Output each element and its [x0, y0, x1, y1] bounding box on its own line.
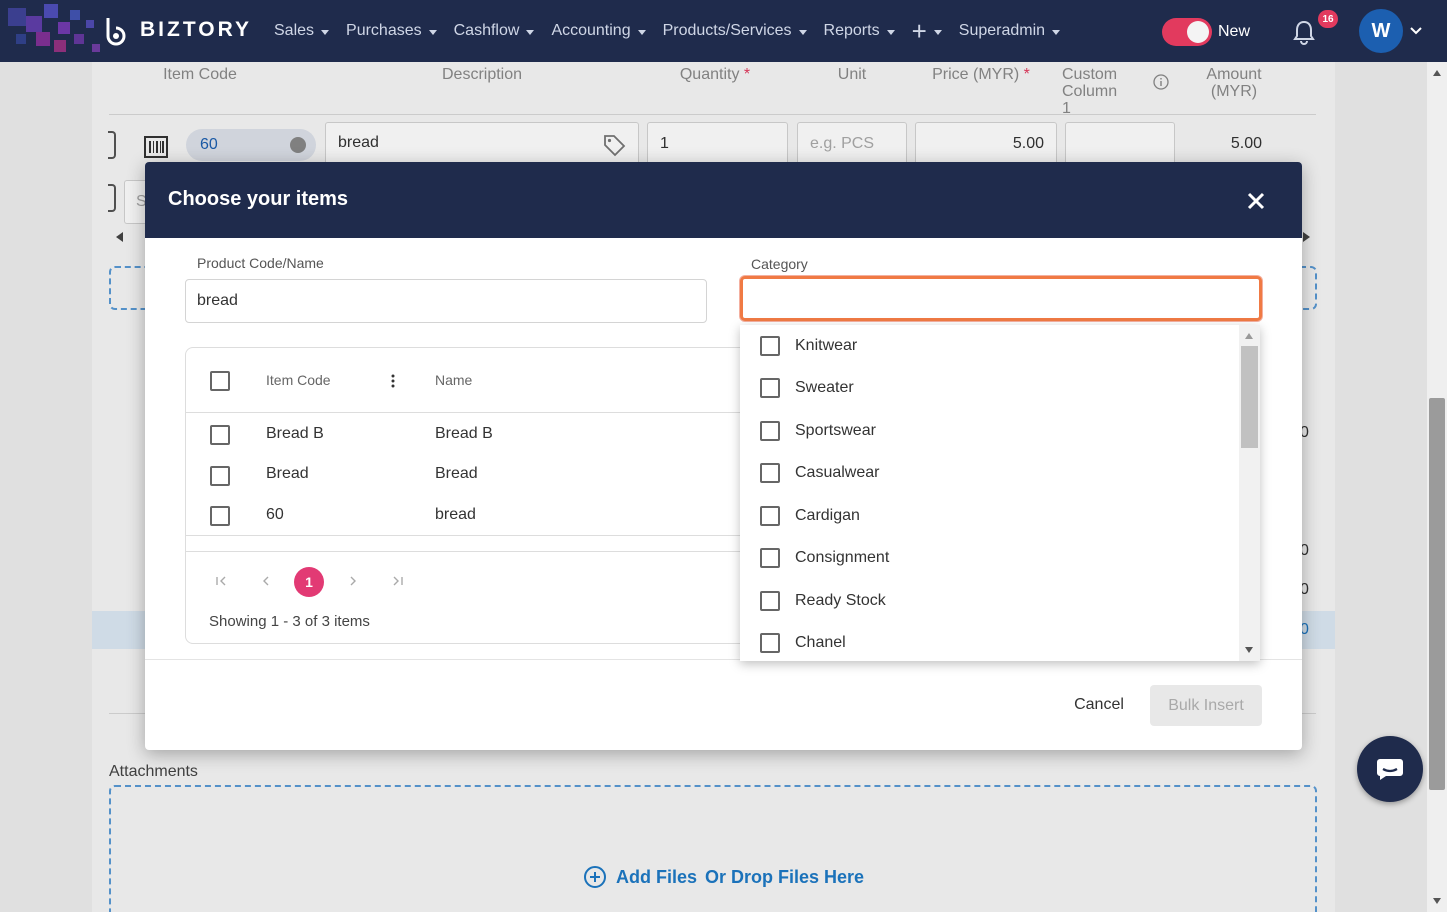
- table-row-item-code: Bread B: [266, 425, 324, 442]
- notification-badge: 16: [1318, 10, 1338, 28]
- new-ui-toggle[interactable]: New: [1162, 18, 1250, 46]
- category-option-casualwear[interactable]: Casualwear: [740, 452, 1238, 494]
- page-scrollbar-thumb[interactable]: [1429, 398, 1445, 790]
- chevron-down-icon: [933, 29, 942, 35]
- nav-cashflow[interactable]: Cashflow: [454, 22, 535, 40]
- grid-pager-divider: [186, 551, 766, 552]
- items-grid: Item Code Name Bread B Bread B Bread Bre…: [185, 347, 766, 644]
- category-option-cardigan[interactable]: Cardigan: [740, 495, 1238, 537]
- dialog-header: Choose your items: [145, 162, 1302, 238]
- chevron-down-icon: [428, 29, 437, 35]
- nav-sales[interactable]: Sales: [274, 22, 330, 40]
- biztory-logo-icon[interactable]: [102, 16, 132, 46]
- top-navigation-bar: BIZTORY Sales Purchases Cashflow Account…: [0, 0, 1447, 62]
- category-option-sweater[interactable]: Sweater: [740, 367, 1238, 409]
- nav-quick-add[interactable]: +: [912, 18, 942, 44]
- option-checkbox[interactable]: [760, 506, 780, 526]
- category-label: Category: [751, 256, 808, 272]
- scroll-down-icon[interactable]: [1433, 898, 1441, 904]
- option-checkbox[interactable]: [760, 591, 780, 611]
- grid-header: Item Code Name: [186, 348, 766, 413]
- nav-purchases[interactable]: Purchases: [346, 22, 437, 40]
- grid-header-item-code[interactable]: Item Code: [266, 372, 331, 388]
- grid-body-divider: [186, 535, 766, 536]
- nav-accounting[interactable]: Accounting: [551, 22, 646, 40]
- option-label: Ready Stock: [795, 592, 886, 609]
- main-menu: Sales Purchases Cashflow Accounting Prod…: [274, 0, 1077, 62]
- option-label: Sportswear: [795, 422, 876, 439]
- last-page-icon[interactable]: [390, 574, 404, 588]
- product-code-name-label: Product Code/Name: [197, 255, 324, 271]
- avatar[interactable]: W: [1359, 9, 1403, 53]
- table-row-name: Bread: [435, 465, 478, 482]
- chevron-down-icon: [637, 29, 646, 35]
- option-checkbox[interactable]: [760, 633, 780, 653]
- option-label: Cardigan: [795, 507, 860, 524]
- bulk-insert-button[interactable]: Bulk Insert: [1150, 685, 1262, 726]
- option-label: Knitwear: [795, 337, 858, 354]
- category-input[interactable]: [740, 276, 1262, 321]
- table-row-item-code: Bread: [266, 465, 309, 482]
- category-dropdown: Knitwear Sweater Sportswear Casualwear C…: [740, 325, 1260, 661]
- option-label: Chanel: [795, 634, 846, 651]
- plus-icon: +: [911, 16, 927, 46]
- option-checkbox[interactable]: [760, 336, 780, 356]
- table-row-name: Bread B: [435, 425, 493, 442]
- chat-button[interactable]: [1357, 736, 1423, 802]
- nav-products-services[interactable]: Products/Services: [663, 22, 807, 40]
- next-page-icon[interactable]: [346, 574, 360, 588]
- row-checkbox[interactable]: [210, 506, 230, 526]
- nav-superadmin[interactable]: Superadmin: [959, 22, 1061, 40]
- option-label: Casualwear: [795, 464, 880, 481]
- table-row-item-code: 60: [266, 506, 284, 523]
- chevron-down-icon: [526, 29, 535, 35]
- scroll-up-icon[interactable]: [1433, 70, 1441, 76]
- category-option-ready-stock[interactable]: Ready Stock: [740, 580, 1238, 622]
- dropdown-scrollbar-thumb[interactable]: [1241, 346, 1258, 448]
- category-option-chanel[interactable]: Chanel: [740, 622, 1238, 661]
- row-checkbox[interactable]: [210, 466, 230, 486]
- chat-icon: [1377, 759, 1403, 780]
- brand-name[interactable]: BIZTORY: [140, 18, 252, 42]
- column-menu-icon[interactable]: [391, 374, 395, 388]
- scroll-down-icon[interactable]: [1245, 647, 1253, 653]
- toggle-label: New: [1218, 23, 1251, 40]
- option-checkbox[interactable]: [760, 421, 780, 441]
- category-option-sportswear[interactable]: Sportswear: [740, 410, 1238, 452]
- grid-header-name[interactable]: Name: [435, 372, 472, 388]
- toggle-switch[interactable]: [1162, 18, 1212, 46]
- pager-info: Showing 1 - 3 of 3 items: [209, 613, 370, 630]
- option-checkbox[interactable]: [760, 463, 780, 483]
- close-icon[interactable]: [1245, 190, 1267, 212]
- row-checkbox[interactable]: [210, 425, 230, 445]
- chevron-down-icon: [1052, 29, 1061, 35]
- toggle-knob: [1187, 21, 1209, 43]
- option-checkbox[interactable]: [760, 378, 780, 398]
- table-row-name: bread: [435, 506, 476, 523]
- category-option-knitwear[interactable]: Knitwear: [740, 325, 1238, 367]
- chevron-down-icon: [886, 29, 895, 35]
- chevron-down-icon[interactable]: [1409, 24, 1423, 38]
- current-page-button[interactable]: 1: [294, 567, 324, 597]
- scroll-up-icon[interactable]: [1245, 333, 1253, 339]
- option-label: Consignment: [795, 549, 890, 566]
- bell-icon[interactable]: [1290, 18, 1318, 46]
- option-label: Sweater: [795, 379, 854, 396]
- first-page-icon[interactable]: [215, 574, 229, 588]
- product-search-input[interactable]: bread: [185, 279, 707, 323]
- nav-reports[interactable]: Reports: [824, 22, 895, 40]
- dialog-title: Choose your items: [168, 188, 349, 210]
- select-all-checkbox[interactable]: [210, 371, 230, 391]
- chevron-down-icon: [798, 29, 807, 35]
- option-checkbox[interactable]: [760, 548, 780, 568]
- category-option-consignment[interactable]: Consignment: [740, 537, 1238, 579]
- cancel-button[interactable]: Cancel: [1061, 685, 1137, 725]
- previous-page-icon[interactable]: [259, 574, 273, 588]
- chevron-down-icon: [321, 29, 330, 35]
